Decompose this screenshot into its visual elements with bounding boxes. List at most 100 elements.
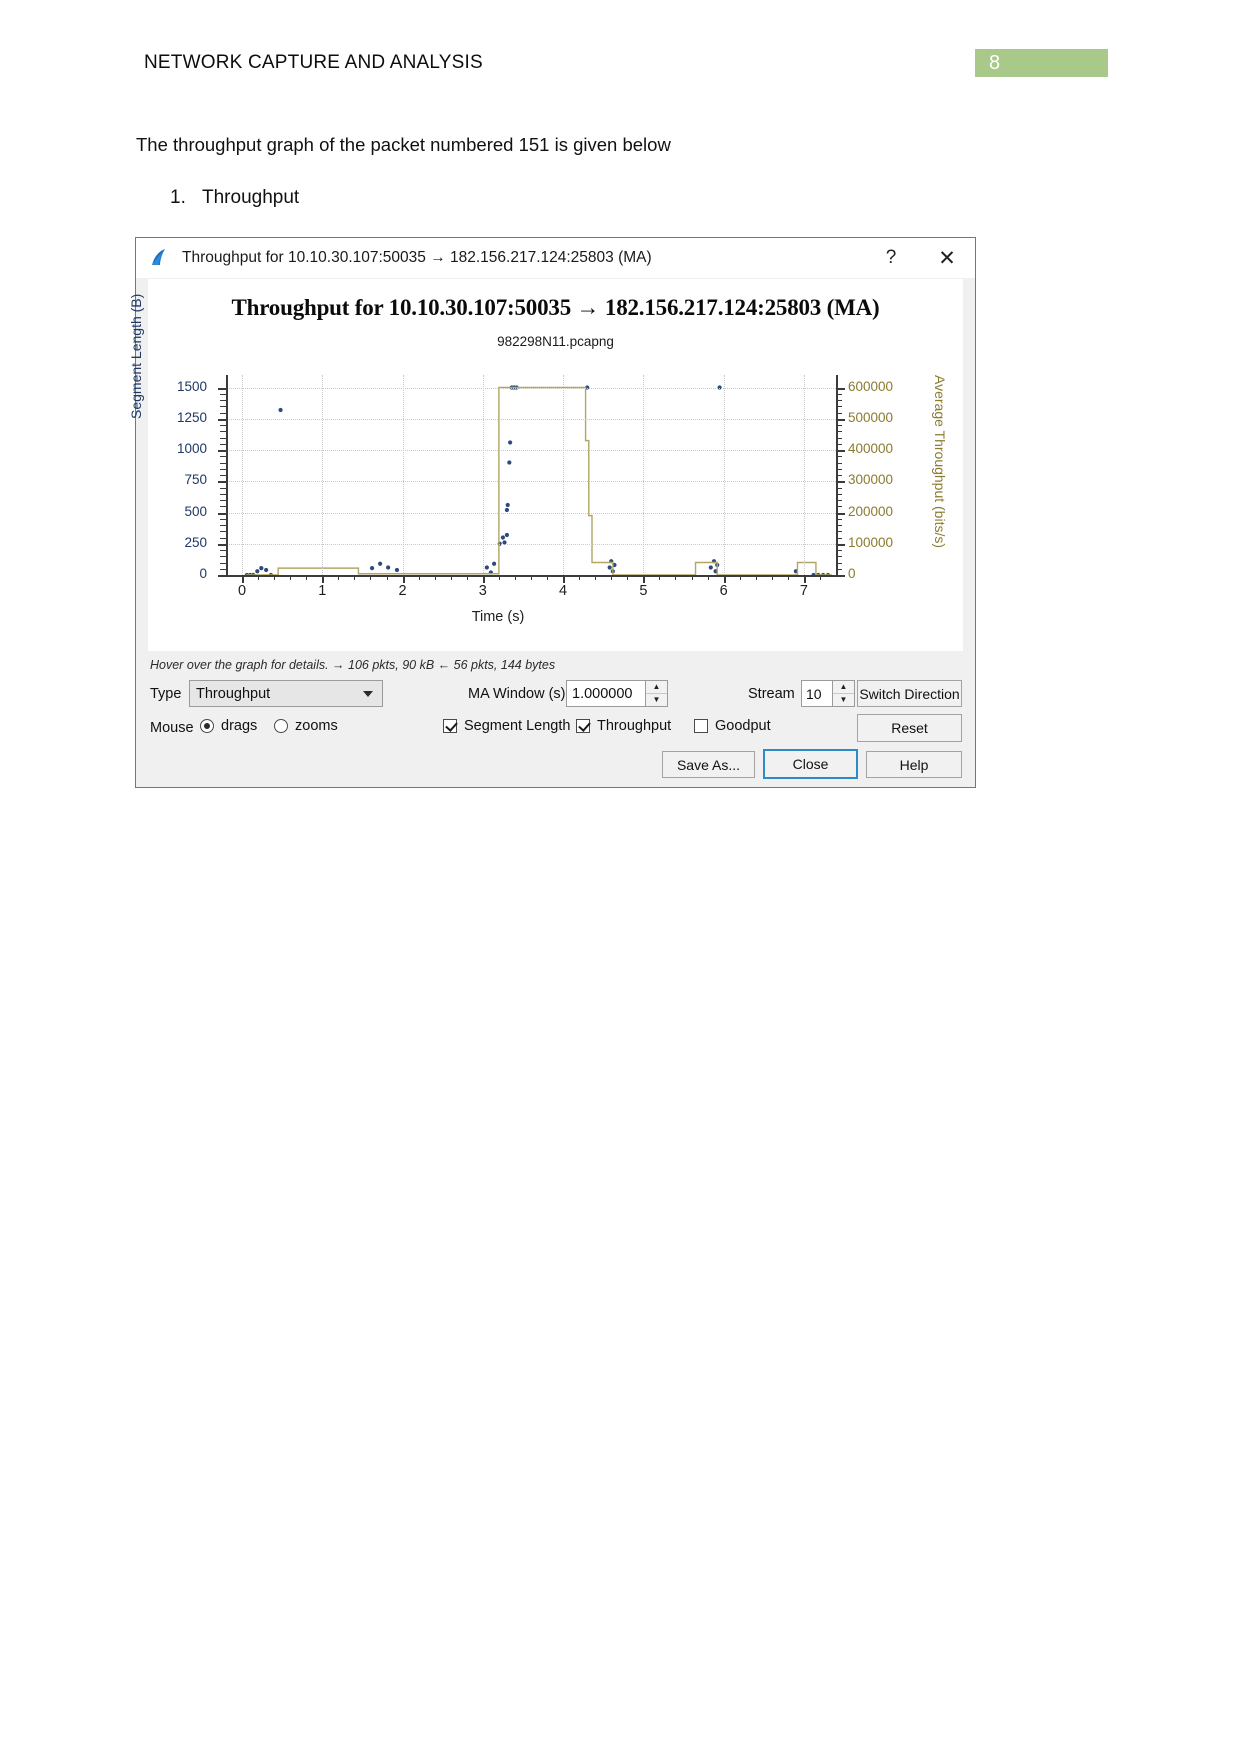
help-icon[interactable]: ?: [863, 238, 919, 278]
ma-window-value: 1.000000: [572, 685, 633, 702]
y-tick-minor-right: [836, 568, 842, 570]
type-select[interactable]: Throughput: [189, 680, 383, 707]
y-tick-label-right: 300000: [848, 472, 894, 488]
type-label: Type: [150, 686, 182, 702]
throughput-dialog: Throughput for 10.10.30.107:50035 → 182.…: [128, 237, 976, 788]
y-tick-label-left: 1500: [176, 378, 207, 394]
x-tick-label: 2: [398, 583, 407, 599]
wireshark-fin-icon: [149, 248, 171, 268]
ma-window-input[interactable]: 1.000000: [566, 680, 646, 707]
controls-row-buttons: Save As... Close Help: [136, 749, 975, 781]
list-item: 1. Throughput: [170, 187, 299, 209]
y-tick-minor-left: [220, 568, 226, 570]
y-tick-minor-right: [836, 400, 842, 401]
reset-button[interactable]: Reset: [857, 714, 962, 742]
x-tick-minor: [675, 575, 677, 580]
help-button[interactable]: Help: [866, 751, 962, 778]
data-point: [394, 567, 400, 573]
y-tick-minor-right: [836, 443, 842, 445]
checkbox-goodput[interactable]: Goodput: [694, 718, 771, 734]
y-tick-right: [836, 387, 845, 390]
y-tick-minor-right: [836, 500, 842, 501]
x-tick-minor: [514, 575, 516, 580]
x-tick-minor: [707, 575, 709, 580]
gridline: [402, 375, 404, 575]
y-tick-right: [836, 512, 845, 515]
radio-mouse-zooms[interactable]: zooms: [274, 718, 338, 734]
checkbox-throughput[interactable]: Throughput: [576, 718, 671, 734]
save-as-button[interactable]: Save As...: [662, 751, 755, 778]
x-tick-minor: [450, 575, 452, 580]
chart-panel[interactable]: Throughput for 10.10.30.107:50035 → 182.…: [128, 279, 963, 651]
x-tick: [242, 575, 245, 583]
plot-svg: [244, 385, 832, 577]
y-tick-minor-right: [836, 550, 842, 551]
x-tick: [803, 575, 806, 583]
stepper-up-icon[interactable]: ▲: [833, 681, 854, 694]
close-button[interactable]: Close: [763, 749, 858, 779]
ma-window-stepper[interactable]: ▲ ▼: [646, 680, 668, 707]
stepper-down-icon[interactable]: ▼: [833, 694, 854, 706]
x-tick-minor: [466, 575, 468, 580]
data-point: [264, 567, 269, 573]
radio-dot-icon: [200, 719, 214, 733]
gridline: [643, 375, 645, 575]
x-tick-minor: [434, 575, 436, 580]
y-tick-minor-left: [220, 437, 226, 439]
close-icon[interactable]: ✕: [919, 238, 975, 278]
y-tick-left: [218, 481, 226, 484]
radio-dot-icon: [274, 719, 288, 733]
y-tick-minor-left: [220, 525, 226, 526]
y-tick-minor-right: [836, 412, 842, 414]
y-tick-left: [218, 512, 226, 515]
y-tick-label-left: 250: [184, 534, 207, 550]
y-tick-minor-left: [220, 500, 226, 501]
data-point: [607, 565, 612, 570]
data-point: [369, 566, 375, 571]
y-tick-right: [836, 481, 845, 484]
switch-direction-button[interactable]: Switch Direction: [857, 680, 962, 707]
plot-area[interactable]: [226, 375, 836, 577]
gridline: [226, 543, 836, 545]
x-tick-minor: [627, 575, 629, 580]
checkbox-segment-length[interactable]: Segment Length: [443, 718, 570, 734]
intro-paragraph: The throughput graph of the packet numbe…: [136, 134, 671, 155]
data-point: [255, 569, 260, 574]
gridline: [226, 450, 836, 451]
chart-subtitle: 982298N11.pcapng: [497, 334, 614, 349]
x-tick-minor: [498, 575, 500, 580]
titlebar-buttons: ? ✕: [863, 238, 975, 278]
x-tick: [563, 575, 566, 583]
gridline: [226, 418, 836, 420]
stream-stepper[interactable]: ▲ ▼: [833, 680, 855, 707]
y-tick-minor-left: [220, 475, 226, 476]
y-tick-left: [218, 543, 226, 546]
y-tick-label-left: 0: [199, 566, 207, 581]
x-axis: [226, 575, 838, 577]
y-tick-minor-left: [220, 556, 226, 558]
page-title: NETWORK CAPTURE AND ANALYSIS: [144, 52, 483, 73]
list-item-number: 1.: [170, 187, 186, 208]
checkbox-goodput-label: Goodput: [715, 718, 771, 734]
x-tick: [322, 575, 325, 583]
stepper-up-icon[interactable]: ▲: [646, 681, 667, 694]
data-point: [507, 460, 512, 465]
x-tick-minor: [354, 575, 356, 580]
y-tick-minor-left: [220, 487, 226, 489]
radio-mouse-drags[interactable]: drags: [200, 718, 257, 734]
gridline: [723, 375, 725, 575]
x-tick-minor: [386, 575, 388, 580]
stream-input[interactable]: 10: [801, 680, 833, 707]
data-point: [378, 561, 383, 566]
stepper-down-icon[interactable]: ▼: [646, 694, 667, 706]
page-number-badge: 8: [975, 49, 1108, 77]
x-tick-label: 6: [719, 583, 728, 599]
data-point: [386, 565, 391, 570]
y-tick-minor-right: [836, 537, 842, 539]
y-tick-minor-right: [836, 556, 842, 558]
x-tick-minor: [370, 575, 372, 580]
y-axis-left-title: Segment Length (B): [128, 293, 144, 419]
y-tick-minor-left: [220, 531, 226, 533]
document-header: NETWORK CAPTURE AND ANALYSIS 8: [0, 49, 1241, 86]
data-point: [708, 565, 713, 570]
